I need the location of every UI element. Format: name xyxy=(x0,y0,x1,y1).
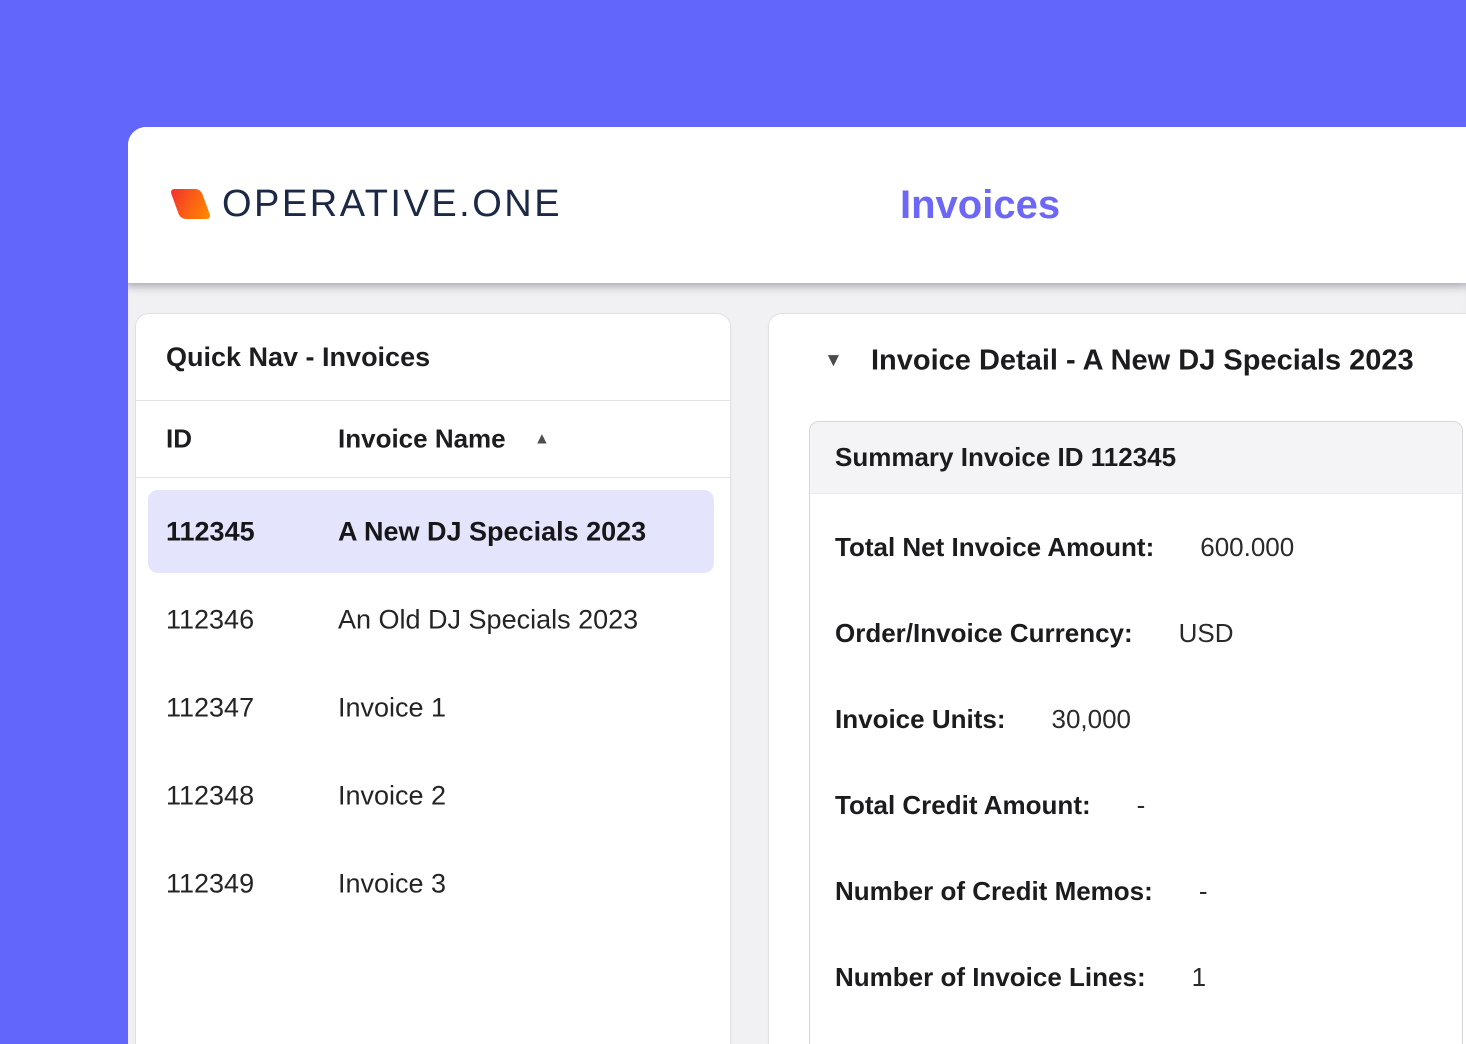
summary-field: Total Credit Amount: - xyxy=(810,762,1462,848)
invoice-name: A New DJ Specials 2023 xyxy=(338,516,647,547)
summary-field: Number of Credit Memos: - xyxy=(810,848,1462,934)
field-value: - xyxy=(1136,789,1146,820)
column-header-id[interactable]: ID xyxy=(166,424,192,455)
invoice-row[interactable]: 112347 Invoice 1 xyxy=(136,664,730,752)
summary-field: Number of Invoice Lines: 1 xyxy=(810,934,1462,1020)
field-label: Number of Credit Memos: xyxy=(835,875,1153,906)
page-title: Invoices xyxy=(900,183,1061,227)
invoice-row[interactable]: 112346 An Old DJ Specials 2023 xyxy=(136,576,730,664)
invoice-row[interactable]: 112349 Invoice 3 xyxy=(136,840,730,928)
summary-card: Summary Invoice ID 112345 Total Net Invo… xyxy=(809,421,1463,1044)
operative-logo-icon xyxy=(169,189,212,219)
column-header-invoice-name[interactable]: Invoice Name xyxy=(338,424,506,455)
field-value: 30,000 xyxy=(1051,703,1132,734)
invoice-name: An Old DJ Specials 2023 xyxy=(338,604,639,635)
invoice-detail-header: ▼ Invoice Detail - A New DJ Specials 202… xyxy=(769,314,1466,408)
field-label: Total Net Invoice Amount: xyxy=(835,531,1155,562)
field-value: - xyxy=(1198,875,1208,906)
desktop-background: OPERATIVE.ONE Invoices Quick Nav - Invoi… xyxy=(0,0,1466,1044)
invoice-id: 112347 xyxy=(166,692,255,723)
invoice-detail-title: Invoice Detail - A New DJ Specials 2023 xyxy=(871,344,1414,377)
sort-ascending-icon[interactable]: ▲ xyxy=(534,430,550,448)
summary-field: Total Net Invoice Amount: 600.000 xyxy=(810,504,1462,590)
summary-card-title: Summary Invoice ID 112345 xyxy=(810,422,1462,494)
quick-nav-title: Quick Nav - Invoices xyxy=(136,314,730,401)
invoice-id: 112349 xyxy=(166,868,255,899)
app-window: OPERATIVE.ONE Invoices Quick Nav - Invoi… xyxy=(128,127,1466,1044)
field-value: 1 xyxy=(1191,961,1207,992)
quick-nav-panel: Quick Nav - Invoices ID Invoice Name ▲ 1… xyxy=(135,313,731,1044)
field-label: Order/Invoice Currency: xyxy=(835,617,1133,648)
field-value: USD xyxy=(1178,617,1234,648)
app-header: OPERATIVE.ONE Invoices xyxy=(128,127,1466,283)
brand-name: OPERATIVE.ONE xyxy=(222,183,563,225)
invoice-id: 112345 xyxy=(166,516,255,547)
collapse-section-icon[interactable]: ▼ xyxy=(824,350,843,372)
invoice-id: 112348 xyxy=(166,780,255,811)
app-body: Quick Nav - Invoices ID Invoice Name ▲ 1… xyxy=(128,283,1466,1044)
summary-field: Order/Invoice Currency: USD xyxy=(810,590,1462,676)
summary-field: Invoice Units: 30,000 xyxy=(810,676,1462,762)
field-value: 600.000 xyxy=(1200,531,1295,562)
brand-logo[interactable]: OPERATIVE.ONE xyxy=(169,183,563,225)
field-label: Number of Invoice Lines: xyxy=(835,961,1146,992)
invoice-row[interactable]: 112345 A New DJ Specials 2023 xyxy=(136,488,730,576)
invoice-id: 112346 xyxy=(166,604,255,635)
summary-field-list: Total Net Invoice Amount: 600.000 Order/… xyxy=(810,494,1462,1020)
invoice-name: Invoice 2 xyxy=(338,780,447,811)
quick-nav-column-headers: ID Invoice Name ▲ xyxy=(136,401,730,478)
invoice-detail-panel: ▼ Invoice Detail - A New DJ Specials 202… xyxy=(768,313,1466,1044)
field-label: Total Credit Amount: xyxy=(835,789,1091,820)
invoice-name: Invoice 3 xyxy=(338,868,447,899)
field-label: Invoice Units: xyxy=(835,703,1006,734)
invoice-name: Invoice 1 xyxy=(338,692,447,723)
invoice-list: 112345 A New DJ Specials 2023 112346 An … xyxy=(136,478,730,928)
invoice-row[interactable]: 112348 Invoice 2 xyxy=(136,752,730,840)
